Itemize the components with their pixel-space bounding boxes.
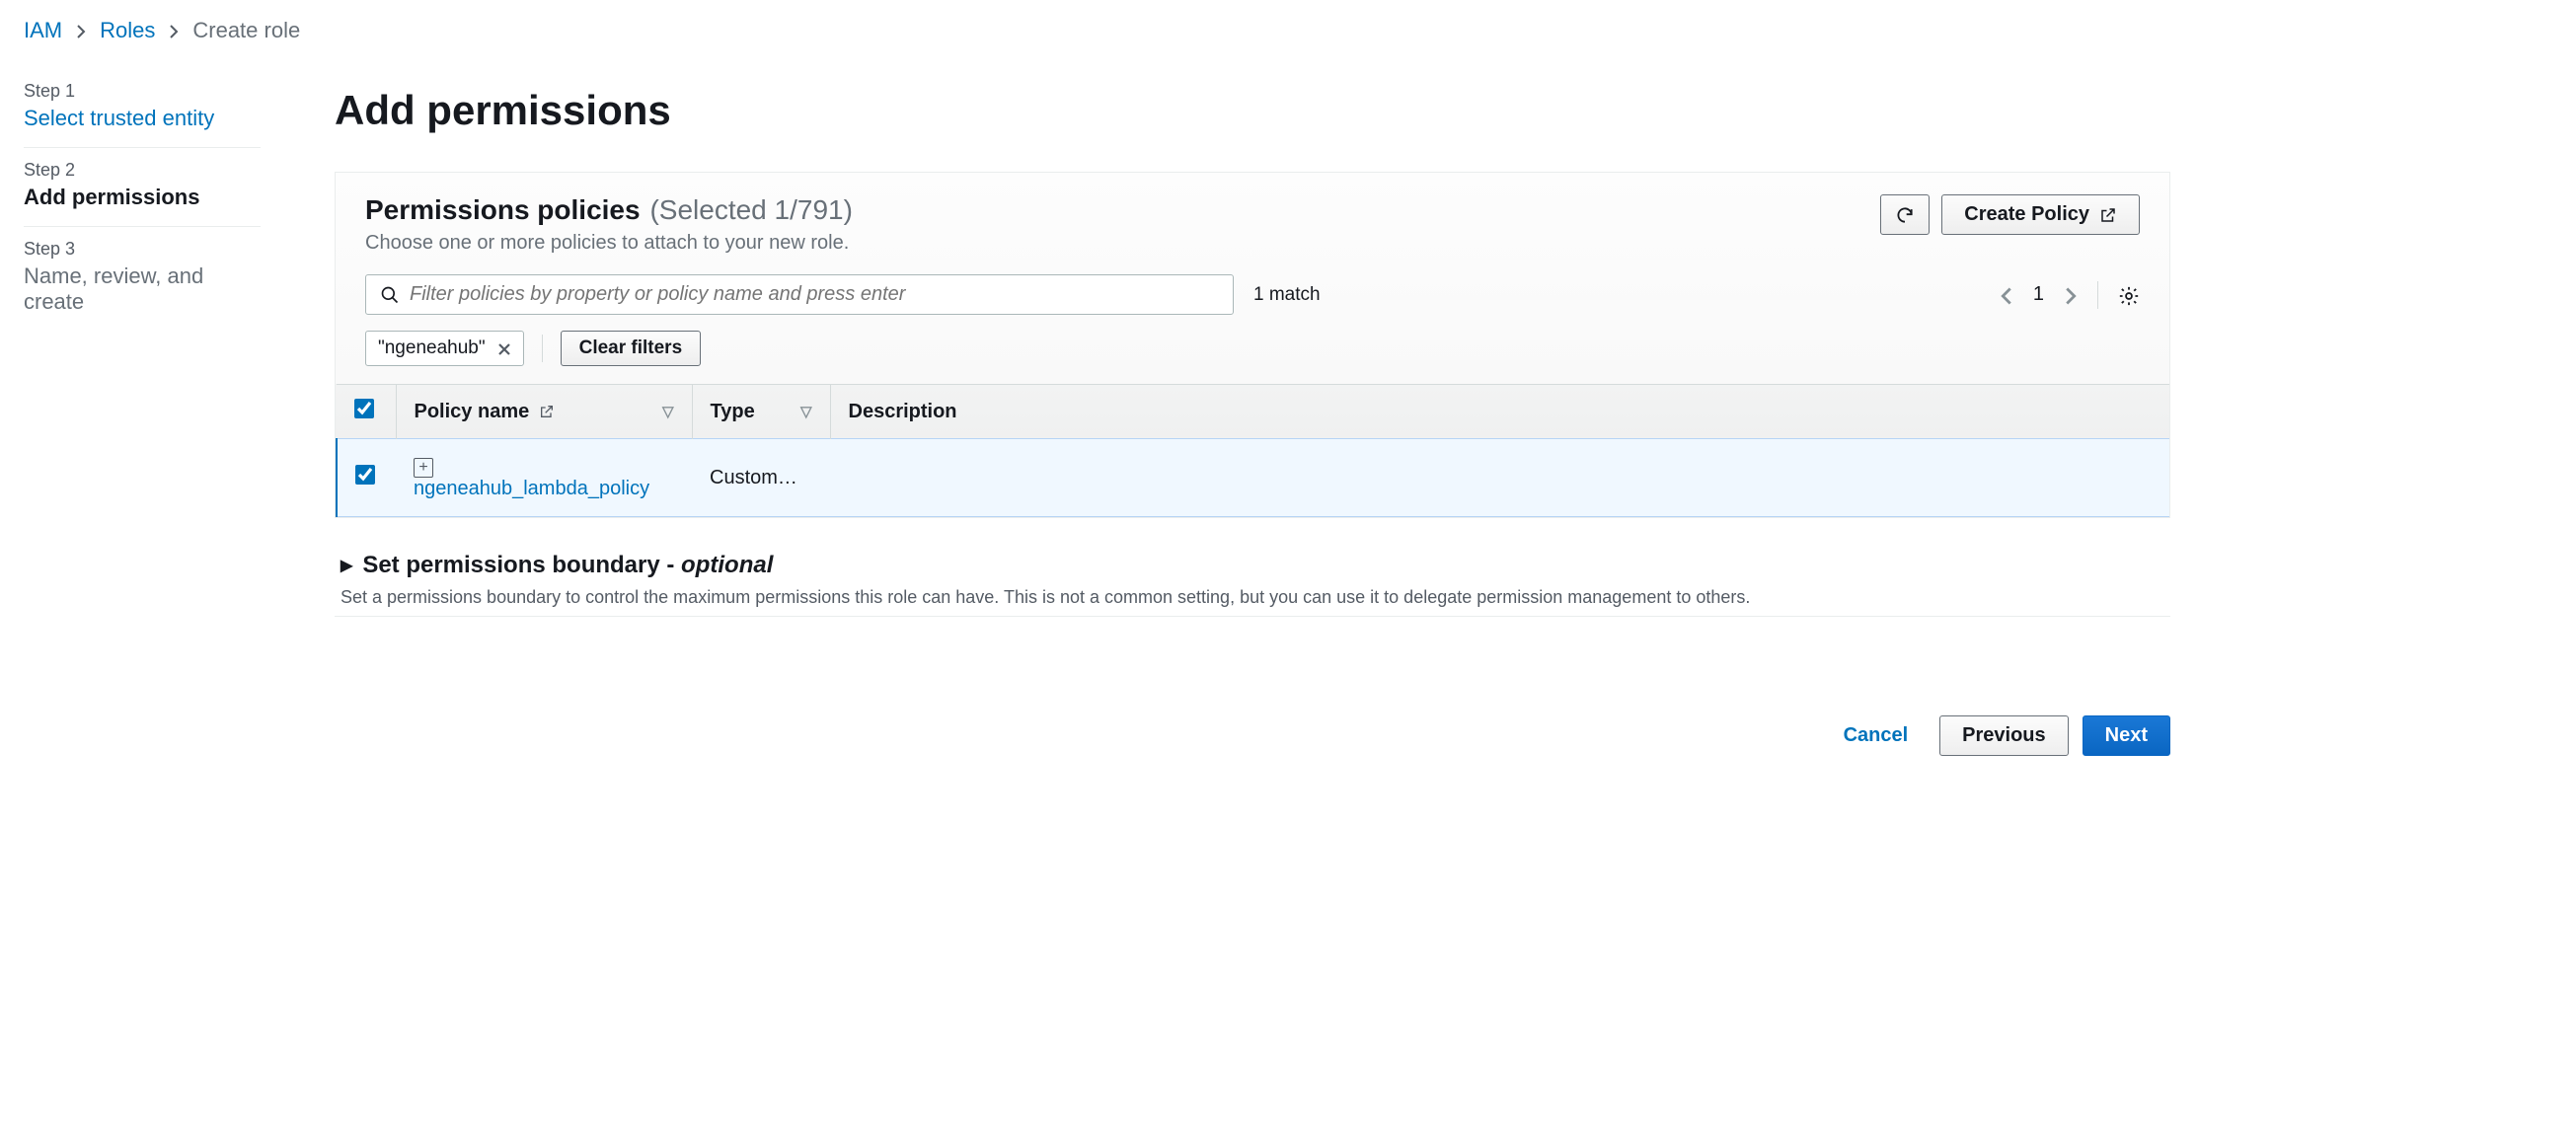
page-next-button[interactable]	[2064, 282, 2078, 308]
external-link-icon	[539, 401, 555, 423]
select-all-checkbox[interactable]	[354, 399, 374, 418]
breadcrumb: IAM Roles Create role	[24, 16, 335, 61]
panel-subtitle: Choose one or more policies to attach to…	[365, 232, 853, 255]
step-label: Step 2	[24, 160, 261, 181]
col-type: Type	[711, 401, 755, 423]
previous-button[interactable]: Previous	[1939, 715, 2068, 756]
refresh-icon	[1895, 203, 1915, 226]
remove-chip-button[interactable]	[497, 338, 511, 359]
divider	[542, 335, 543, 362]
panel-heading: Permissions policies	[365, 194, 641, 225]
breadcrumb-iam[interactable]: IAM	[24, 18, 62, 43]
row-checkbox[interactable]	[355, 465, 375, 485]
boundary-description: Set a permissions boundary to control th…	[341, 587, 2164, 608]
selected-count: (Selected 1/791)	[649, 194, 852, 225]
next-button[interactable]: Next	[2083, 715, 2170, 756]
permissions-policies-panel: Permissions policies (Selected 1/791) Ch…	[335, 172, 2170, 518]
cancel-button[interactable]: Cancel	[1826, 716, 1927, 755]
clear-filters-button[interactable]: Clear filters	[561, 331, 702, 366]
policy-filter-input[interactable]	[410, 283, 1219, 306]
permissions-boundary-section: ▶ Set permissions boundary - optional Se…	[335, 526, 2170, 617]
step-title[interactable]: Select trusted entity	[24, 106, 261, 131]
chevron-right-icon	[169, 18, 179, 43]
sort-icon[interactable]: ▽	[662, 403, 674, 420]
expand-row-button[interactable]: +	[414, 458, 433, 478]
step-title: Name, review, and create	[24, 263, 261, 315]
search-input-container[interactable]	[365, 274, 1234, 315]
step-1[interactable]: Step 1 Select trusted entity	[24, 69, 261, 148]
step-title: Add permissions	[24, 185, 261, 210]
policy-name-link[interactable]: ngeneahub_lambda_policy	[414, 478, 649, 499]
chevron-right-icon	[76, 18, 86, 43]
step-3: Step 3 Name, review, and create	[24, 227, 261, 331]
breadcrumb-current: Create role	[192, 18, 300, 43]
permissions-boundary-toggle[interactable]: ▶ Set permissions boundary - optional	[341, 552, 2164, 579]
search-icon	[380, 283, 400, 306]
step-2: Step 2 Add permissions	[24, 148, 261, 227]
policies-table: Policy name ▽ Type ▽	[336, 384, 2169, 517]
match-count: 1 match	[1253, 284, 1321, 306]
settings-button[interactable]	[2118, 282, 2140, 308]
boundary-heading: Set permissions boundary - optional	[362, 552, 773, 579]
policy-description	[830, 439, 2169, 517]
create-policy-label: Create Policy	[1964, 203, 2089, 226]
filter-chip: "ngeneahub"	[365, 331, 524, 366]
table-row[interactable]: + ngeneahub_lambda_policy Custom…	[337, 439, 2169, 517]
step-label: Step 3	[24, 239, 261, 260]
refresh-button[interactable]	[1880, 194, 1930, 235]
footer-actions: Cancel Previous Next	[335, 715, 2170, 756]
policy-type: Custom…	[692, 439, 830, 517]
create-policy-button[interactable]: Create Policy	[1941, 194, 2140, 235]
col-description: Description	[849, 401, 957, 422]
breadcrumb-roles[interactable]: Roles	[100, 18, 155, 43]
divider	[2097, 281, 2098, 309]
step-label: Step 1	[24, 81, 261, 102]
external-link-icon	[2099, 203, 2117, 226]
page-prev-button[interactable]	[2000, 282, 2013, 308]
sort-icon[interactable]: ▽	[800, 403, 812, 420]
page-number: 1	[2033, 283, 2044, 306]
col-policy-name: Policy name	[415, 401, 530, 423]
filter-chip-text: "ngeneahub"	[378, 338, 486, 359]
page-title: Add permissions	[335, 87, 2170, 134]
triangle-right-icon: ▶	[341, 556, 352, 575]
